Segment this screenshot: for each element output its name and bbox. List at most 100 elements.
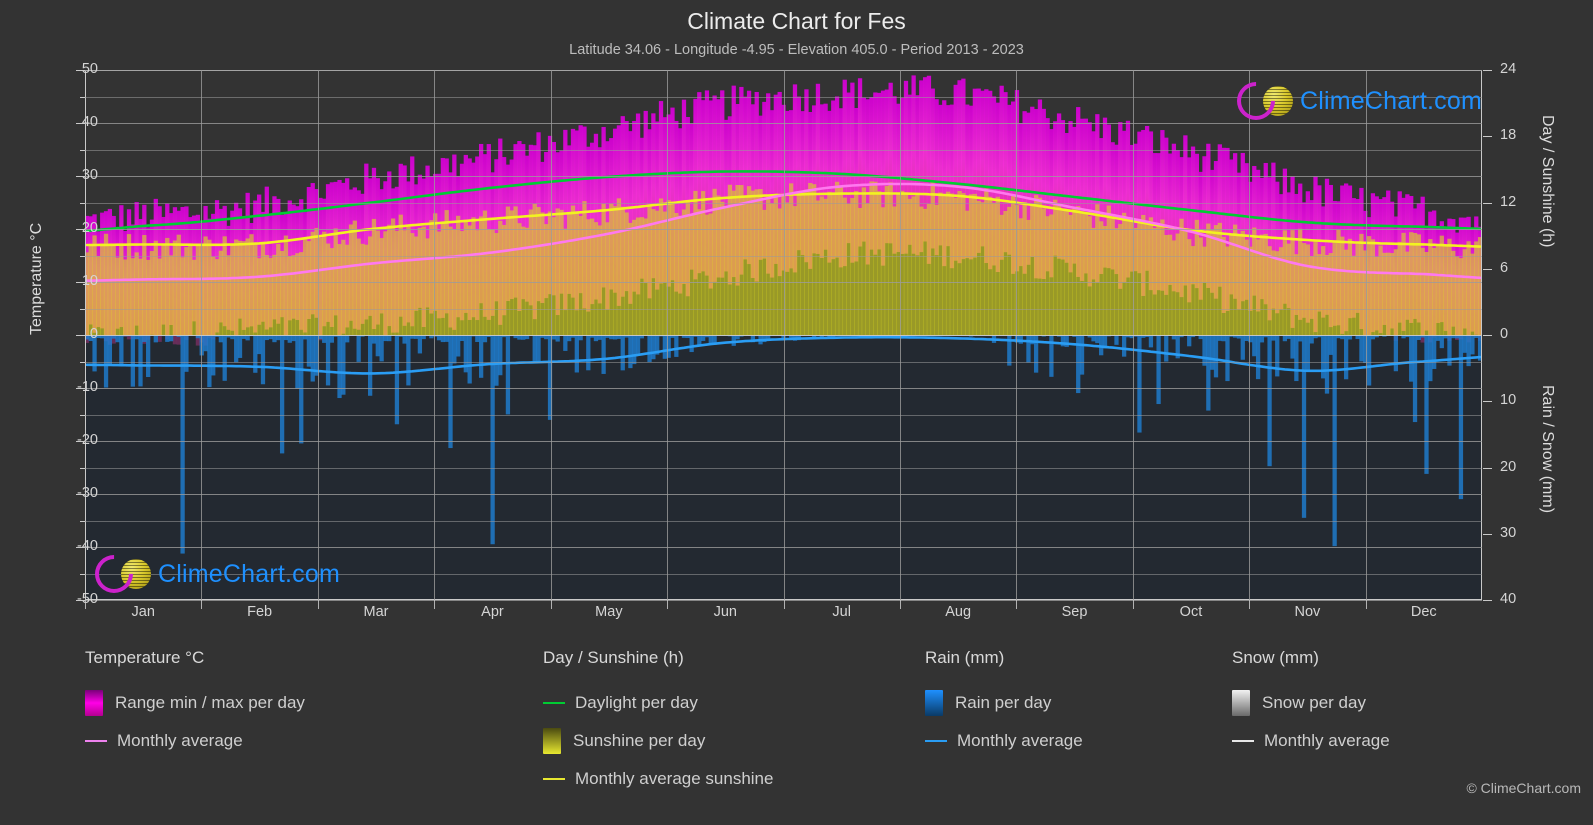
legend-group-rain-mm: Rain (mm) Rain per day Monthly average <box>925 648 1083 760</box>
watermark-logo-bottom: ClimeChart.com <box>87 547 340 601</box>
legend-item-label: Daylight per day <box>575 693 698 712</box>
axis-tick-mark <box>76 229 85 230</box>
rain-avg-line-swatch <box>925 740 947 742</box>
legend-item-label: Monthly average sunshine <box>575 769 774 788</box>
legend-item[interactable]: Monthly average <box>1232 722 1390 760</box>
axis-tick-mark <box>76 600 85 601</box>
legend-group-temperature-c: Temperature °C Range min / max per day Mon… <box>85 648 305 760</box>
legend-group-snow-mm: Snow (mm) Snow per day Monthly average <box>1232 648 1390 760</box>
legend-item[interactable]: Rain per day <box>925 684 1083 722</box>
axis-tick-mark <box>76 282 85 283</box>
axis-tick-mark <box>76 494 85 495</box>
legend-group-title: Temperature °C <box>85 648 205 667</box>
left-axis-tick: -20 <box>77 432 98 448</box>
axis-tick-mark <box>76 547 85 548</box>
right-bottom-axis-tick: 20 <box>1500 458 1517 475</box>
legend-item[interactable]: Sunshine per day <box>543 722 773 760</box>
x-axis-tick-jul: Jul <box>832 604 851 620</box>
legend-item-label: Monthly average <box>1264 731 1390 750</box>
x-axis-tick-jan: Jan <box>131 604 155 620</box>
sunshine-area-swatch <box>543 728 561 754</box>
watermark-logo-top: ClimeChart.com <box>1229 74 1482 128</box>
chart-plot-area <box>85 70 1482 601</box>
x-axis-tick-mark <box>317 600 319 609</box>
axis-minor-tick <box>80 520 85 522</box>
axis-minor-tick <box>80 149 85 151</box>
snow-bar-swatch <box>1232 690 1250 716</box>
x-axis-tick-mark <box>434 600 436 609</box>
x-axis-tick-mark <box>550 600 552 609</box>
right-bottom-axis-tick: 30 <box>1500 524 1517 541</box>
x-axis-tick-jun: Jun <box>713 604 737 620</box>
axis-tick-mark <box>1483 268 1492 270</box>
x-axis-tick-sep: Sep <box>1061 604 1088 620</box>
legend-item[interactable]: Monthly average sunshine <box>543 760 773 798</box>
axis-tick-mark <box>1483 467 1492 469</box>
x-axis-tick-dec: Dec <box>1410 604 1437 620</box>
x-axis-tick-mark <box>899 600 901 609</box>
snow-avg-line-swatch <box>1232 740 1254 742</box>
sunshine-avg-line-swatch <box>543 778 565 780</box>
logo-text: ClimeChart.com <box>158 559 340 588</box>
left-axis-tick: 10 <box>81 273 98 289</box>
legend-group-title: Snow (mm) <box>1232 648 1319 667</box>
x-axis-tick-mark <box>1365 600 1367 609</box>
x-axis-tick-mark <box>1016 600 1018 609</box>
legend-group-title: Rain (mm) <box>925 648 1005 667</box>
legend-item-label: Sunshine per day <box>573 731 706 750</box>
temp-avg-line-swatch <box>85 740 107 742</box>
x-axis-tick-mark <box>667 600 669 609</box>
x-axis-tick-mar: Mar <box>363 604 389 620</box>
left-axis-tick: 0 <box>89 326 98 342</box>
axis-tick-mark <box>76 441 85 442</box>
legend-item-label: Rain per day <box>955 693 1052 712</box>
x-axis-tick-feb: Feb <box>247 604 273 620</box>
axis-tick-mark <box>1483 600 1492 601</box>
legend-item[interactable]: Monthly average <box>85 722 305 760</box>
temp-range-swatch <box>85 690 103 716</box>
axis-tick-mark <box>1483 533 1492 535</box>
x-axis-tick-mark <box>201 600 203 609</box>
axis-tick-mark <box>76 335 85 336</box>
left-axis-tick: 50 <box>81 61 98 77</box>
legend-item-label: Snow per day <box>1262 693 1366 712</box>
right-top-axis-tick: 18 <box>1500 127 1517 144</box>
logo-text: ClimeChart.com <box>1300 86 1482 115</box>
left-axis-tick: 40 <box>81 114 98 130</box>
axis-tick-mark <box>76 123 85 124</box>
daylight-line-swatch <box>543 702 565 704</box>
x-axis-tick-nov: Nov <box>1294 604 1321 620</box>
legend-group-day-sunshine-h: Day / Sunshine (h) Daylight per day Sunshi… <box>543 648 773 798</box>
zero-line <box>85 335 1482 336</box>
right-top-axis-tick: 6 <box>1500 259 1509 276</box>
axis-tick-mark <box>76 388 85 389</box>
axis-tick-mark <box>76 70 85 71</box>
axis-minor-tick <box>80 414 85 416</box>
left-axis-tick: 20 <box>81 220 98 236</box>
x-axis-tick-mark <box>783 600 785 609</box>
axis-tick-mark <box>1483 136 1492 138</box>
right-top-axis-tick: 12 <box>1500 193 1517 210</box>
axis-minor-tick <box>80 308 85 310</box>
right-bottom-axis-tick: 40 <box>1500 591 1517 607</box>
axis-tick-mark <box>76 176 85 177</box>
axis-minor-tick <box>80 361 85 363</box>
legend-item[interactable]: Snow per day <box>1232 684 1390 722</box>
right-bottom-axis-tick: 10 <box>1500 392 1517 409</box>
right-top-axis-tick: 24 <box>1500 61 1517 77</box>
rain-bar-swatch <box>925 690 943 716</box>
x-axis-tick-may: May <box>595 604 623 620</box>
x-axis-tick-mark <box>1132 600 1134 609</box>
climate-chart-page: Climate Chart for Fes Latitude 34.06 - L… <box>0 0 1593 825</box>
right-top-axis-tick: 0 <box>1500 326 1509 342</box>
left-axis-tick: -10 <box>77 379 98 395</box>
legend-item[interactable]: Monthly average <box>925 722 1083 760</box>
legend-item[interactable]: Range min / max per day <box>85 684 305 722</box>
page-subtitle: Latitude 34.06 - Longitude -4.95 - Eleva… <box>569 42 1024 58</box>
chart-legend: © ClimeChart.com Temperature °C Range min… <box>0 648 1593 823</box>
legend-item[interactable]: Daylight per day <box>543 684 773 722</box>
x-axis-tick-oct: Oct <box>1179 604 1203 620</box>
page-title: Climate Chart for Fes <box>687 8 906 34</box>
axis-tick-mark <box>1483 202 1492 204</box>
legend-item-label: Monthly average <box>957 731 1083 750</box>
